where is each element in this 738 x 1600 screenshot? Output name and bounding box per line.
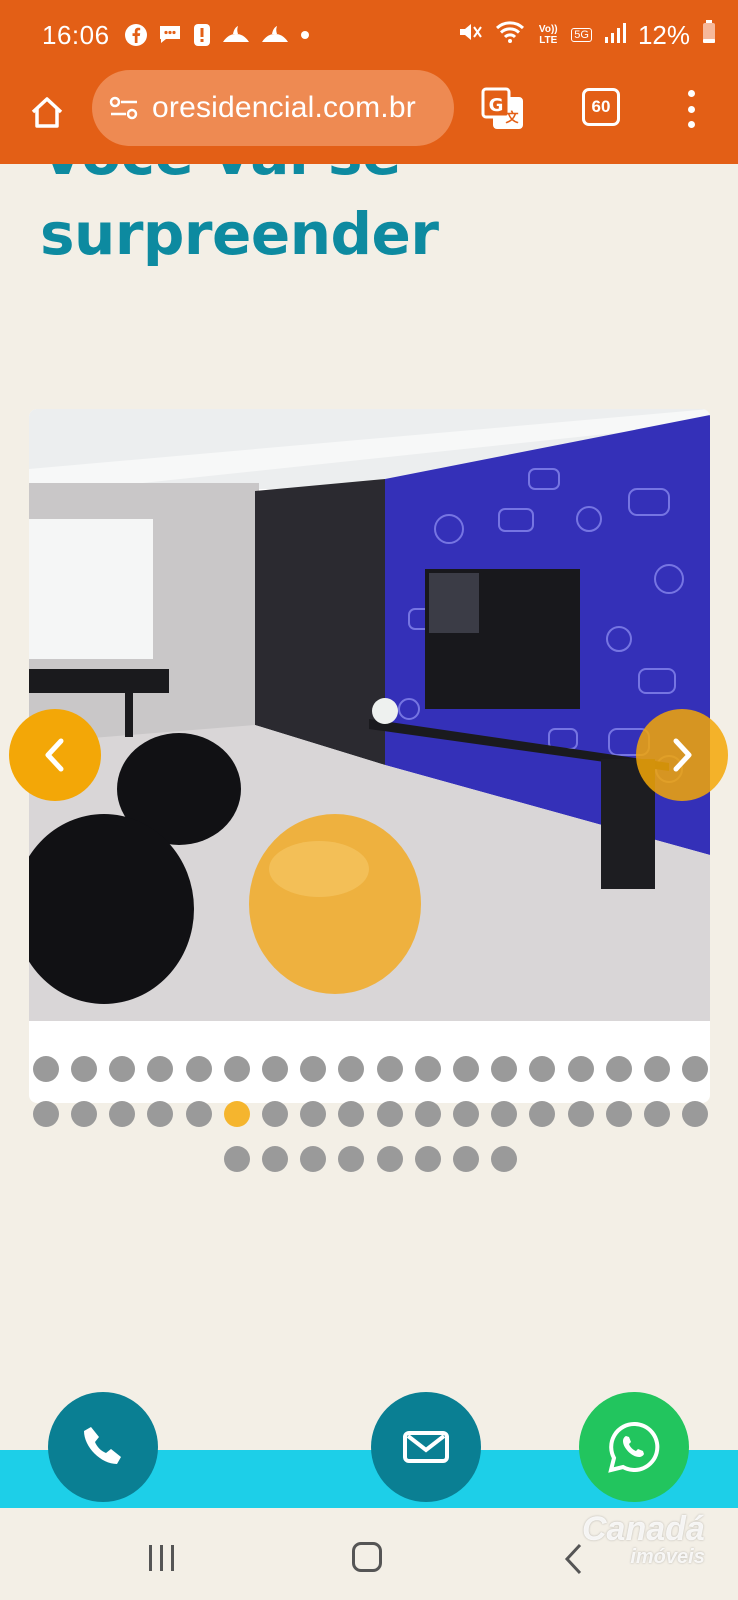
carousel-dot[interactable] <box>147 1101 174 1127</box>
dot-icon <box>299 29 311 41</box>
carousel-dot[interactable] <box>643 1101 670 1127</box>
carousel-image <box>29 409 710 1021</box>
carousel-dot[interactable] <box>529 1056 556 1082</box>
heading-line-partial: Você vai se <box>40 164 438 194</box>
5g-icon: 5G <box>571 28 592 42</box>
tab-switcher-button[interactable]: 60 <box>582 88 620 126</box>
carousel-dot[interactable] <box>414 1056 441 1082</box>
mail-icon <box>403 1431 449 1463</box>
carousel-dot[interactable] <box>109 1056 136 1082</box>
carousel-dot[interactable] <box>452 1056 479 1082</box>
mute-icon <box>457 20 483 51</box>
carousel-dot[interactable] <box>491 1146 518 1172</box>
carousel-prev-button[interactable] <box>9 709 101 801</box>
carousel-dot[interactable] <box>452 1101 479 1127</box>
carousel-dot[interactable] <box>414 1101 441 1127</box>
carousel-dot[interactable] <box>262 1056 289 1082</box>
carousel-dot[interactable] <box>300 1146 327 1172</box>
carousel-dot[interactable] <box>682 1101 709 1127</box>
carousel-dot[interactable] <box>643 1056 670 1082</box>
carousel-dot[interactable] <box>32 1101 59 1127</box>
carousel-dot[interactable] <box>300 1056 327 1082</box>
translate-icon: G 文 <box>481 87 523 129</box>
carousel-dot[interactable] <box>185 1101 212 1127</box>
carousel-dot[interactable] <box>338 1101 365 1127</box>
section-heading: Você vai se surpreender <box>40 164 439 274</box>
facebook-icon <box>124 23 148 47</box>
phone-icon <box>84 1427 121 1464</box>
battery-percent: 12% <box>637 19 690 50</box>
carousel-dot[interactable] <box>262 1146 289 1172</box>
carousel-dot[interactable] <box>147 1056 174 1082</box>
home-button[interactable] <box>22 88 72 138</box>
chevron-left-icon <box>45 738 64 772</box>
menu-dot-icon <box>687 105 695 113</box>
carousel-dot[interactable] <box>605 1101 632 1127</box>
menu-dot-icon <box>687 90 695 97</box>
volte-icon: Vo)) LTE <box>538 24 558 46</box>
system-icons: Vo)) LTE 5G 12% <box>457 19 716 51</box>
carousel-next-button[interactable] <box>636 709 728 801</box>
system-home-button[interactable] <box>352 1542 382 1572</box>
carousel-dot[interactable] <box>338 1056 365 1082</box>
overflow-menu-button[interactable] <box>676 86 706 132</box>
carousel-dot[interactable] <box>414 1146 441 1172</box>
battery-icon <box>702 19 716 51</box>
carousel-dot-active[interactable] <box>223 1101 250 1127</box>
carousel-dot[interactable] <box>71 1101 98 1127</box>
carousel-dot[interactable] <box>338 1146 365 1172</box>
carousel-dot[interactable] <box>376 1101 403 1127</box>
carousel-dot[interactable] <box>491 1056 518 1082</box>
heading-region: Você vai se surpreender <box>0 164 738 284</box>
svg-text:G: G <box>489 95 504 116</box>
translate-button[interactable]: G 文 <box>480 86 526 132</box>
carousel-dot[interactable] <box>109 1101 136 1127</box>
carousel-dot[interactable] <box>376 1056 403 1082</box>
menu-dot-icon <box>687 121 695 128</box>
bank-icon <box>260 24 290 46</box>
chat-icon <box>157 23 183 47</box>
home-icon <box>31 97 63 128</box>
chevron-right-icon <box>673 738 692 772</box>
site-settings-icon[interactable] <box>106 90 142 126</box>
status-time: 16:06 <box>42 19 110 50</box>
carousel-pagination <box>29 1056 712 1172</box>
watermark-logo: Canadá imóveis <box>582 1512 705 1568</box>
carousel-dot[interactable] <box>223 1056 250 1082</box>
carousel-dot[interactable] <box>567 1056 594 1082</box>
heading-line: surpreender <box>40 200 439 268</box>
bank-icon <box>221 24 251 46</box>
carousel-dot[interactable] <box>452 1146 479 1172</box>
carousel-dot[interactable] <box>300 1101 327 1127</box>
status-bar: 16:06 Vo)) LTE 5G 12% <box>0 0 738 70</box>
carousel-dot[interactable] <box>529 1101 556 1127</box>
whatsapp-icon <box>608 1421 660 1473</box>
carousel-dot[interactable] <box>491 1101 518 1127</box>
image-carousel[interactable] <box>29 409 710 1103</box>
carousel-dot[interactable] <box>185 1056 212 1082</box>
notification-icons <box>124 22 311 48</box>
carousel-dot[interactable] <box>32 1056 59 1082</box>
carousel-dot[interactable] <box>567 1101 594 1127</box>
browser-toolbar: oresidencial.com.br G 文 60 <box>0 70 738 164</box>
carousel-dot[interactable] <box>262 1101 289 1127</box>
carousel-dot[interactable] <box>376 1146 403 1172</box>
email-button[interactable] <box>371 1392 481 1502</box>
carousel-dot[interactable] <box>223 1146 250 1172</box>
watermark-main-text: Canadá <box>582 1510 705 1548</box>
carousel-dot[interactable] <box>682 1056 709 1082</box>
wifi-icon <box>495 20 525 51</box>
recent-apps-button[interactable] <box>146 1543 178 1573</box>
address-bar[interactable]: oresidencial.com.br <box>92 70 454 146</box>
signal-icon <box>604 20 626 51</box>
carousel-dot[interactable] <box>71 1056 98 1082</box>
svg-text:文: 文 <box>505 110 519 126</box>
whatsapp-button[interactable] <box>579 1392 689 1502</box>
watermark-sub-text: imóveis <box>630 1546 705 1568</box>
url-text: oresidencial.com.br <box>152 91 416 124</box>
carousel-dot[interactable] <box>605 1056 632 1082</box>
alert-icon <box>192 22 212 48</box>
phone-button[interactable] <box>48 1392 158 1502</box>
